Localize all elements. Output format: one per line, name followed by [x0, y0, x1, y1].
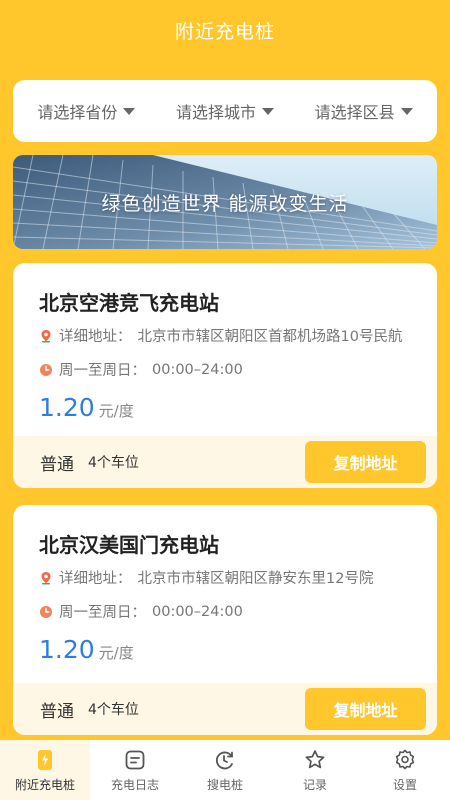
gear-icon	[395, 749, 415, 769]
station-hours-row: 周一至周日： 00:00–24:00	[39, 601, 243, 622]
station-price: 1.20 元/度	[39, 635, 134, 664]
price-unit: 元/度	[98, 644, 134, 662]
station-card-footer: 普通 4个车位 复制地址	[13, 436, 437, 488]
station-hours-row: 周一至周日： 00:00–24:00	[39, 359, 243, 380]
charger-type: 普通	[40, 701, 74, 722]
tab-label: 充电日志	[110, 777, 159, 792]
address-value: 北京市市辖区朝阳区静安东里12号院	[137, 571, 374, 587]
banner-slogan: 绿色创造世界 能源改变生活	[101, 192, 349, 215]
copy-address-button[interactable]: 复制地址	[305, 441, 426, 483]
station-price: 1.20 元/度	[39, 393, 134, 422]
hours-value: 00:00–24:00	[152, 603, 243, 620]
price-value: 1.20	[39, 635, 95, 664]
star-icon	[305, 749, 325, 768]
city-select-label: 请选择城市	[175, 103, 256, 122]
tab-label: 记录	[302, 777, 327, 792]
price-value: 1.20	[39, 393, 95, 422]
station-address-row: 详细地址： 北京市市辖区朝阳区首都机场路10号民航	[39, 325, 402, 346]
parking-slots: 4个车位	[88, 455, 139, 471]
tab-records[interactable]: 记录	[270, 740, 360, 800]
station-card: 北京空港竞飞充电站 详细地址： 北京市市辖区朝阳区首都机场路10号民航 周一至周…	[13, 263, 437, 488]
parking-slots: 4个车位	[88, 702, 139, 718]
address-label: 详细地址：	[59, 329, 132, 345]
district-select[interactable]: 请选择区县	[315, 99, 413, 123]
station-address-row: 详细地址： 北京市市辖区朝阳区静安东里12号院	[39, 567, 373, 588]
tab-search-chargers[interactable]: 搜电桩	[180, 740, 270, 800]
hours-value: 00:00–24:00	[152, 361, 243, 378]
region-filter-bar: 请选择省份 请选择城市 请选择区县	[13, 80, 437, 142]
hours-label: 周一至周日：	[59, 363, 146, 379]
copy-address-button[interactable]: 复制地址	[305, 688, 426, 730]
charger-type: 普通	[40, 454, 74, 475]
station-card: 北京汉美国门充电站 详细地址： 北京市市辖区朝阳区静安东里12号院 周一至周日：…	[13, 505, 437, 735]
tab-label: 设置	[392, 777, 417, 792]
station-card-footer: 普通 4个车位 复制地址	[13, 683, 437, 735]
province-select-label: 请选择省份	[37, 103, 118, 122]
caret-down-icon	[123, 107, 136, 115]
tab-nearby-chargers[interactable]: 附近充电桩	[0, 740, 90, 800]
log-icon	[125, 750, 145, 769]
caret-down-icon	[400, 107, 413, 115]
search-pile-icon	[215, 751, 233, 769]
location-pin-icon	[39, 571, 53, 585]
charging-pile-icon	[38, 749, 52, 770]
location-pin-icon	[39, 329, 53, 343]
caret-down-icon	[261, 107, 274, 115]
station-name: 北京空港竞飞充电站	[39, 291, 219, 315]
address-label: 详细地址：	[59, 571, 132, 587]
city-select[interactable]: 请选择城市	[176, 99, 274, 123]
province-select[interactable]: 请选择省份	[37, 99, 136, 123]
clock-icon	[39, 605, 53, 619]
station-name: 北京汉美国门充电站	[39, 533, 219, 557]
tab-charging-log[interactable]: 充电日志	[90, 740, 180, 800]
tab-label: 附近充电桩	[14, 777, 75, 792]
tab-label: 搜电桩	[206, 777, 243, 792]
price-unit: 元/度	[98, 402, 134, 420]
bottom-tab-bar: 附近充电桩 充电日志 搜电桩 记录 设置	[0, 740, 450, 800]
header: 附近充电桩	[0, 0, 450, 60]
tab-settings[interactable]: 设置	[360, 740, 450, 800]
solar-banner: 绿色创造世界 能源改变生活	[13, 155, 437, 249]
address-value: 北京市市辖区朝阳区首都机场路10号民航	[137, 329, 403, 345]
district-select-label: 请选择区县	[314, 103, 395, 122]
clock-icon	[39, 363, 53, 377]
page-title: 附近充电桩	[174, 20, 275, 43]
hours-label: 周一至周日：	[59, 605, 146, 621]
